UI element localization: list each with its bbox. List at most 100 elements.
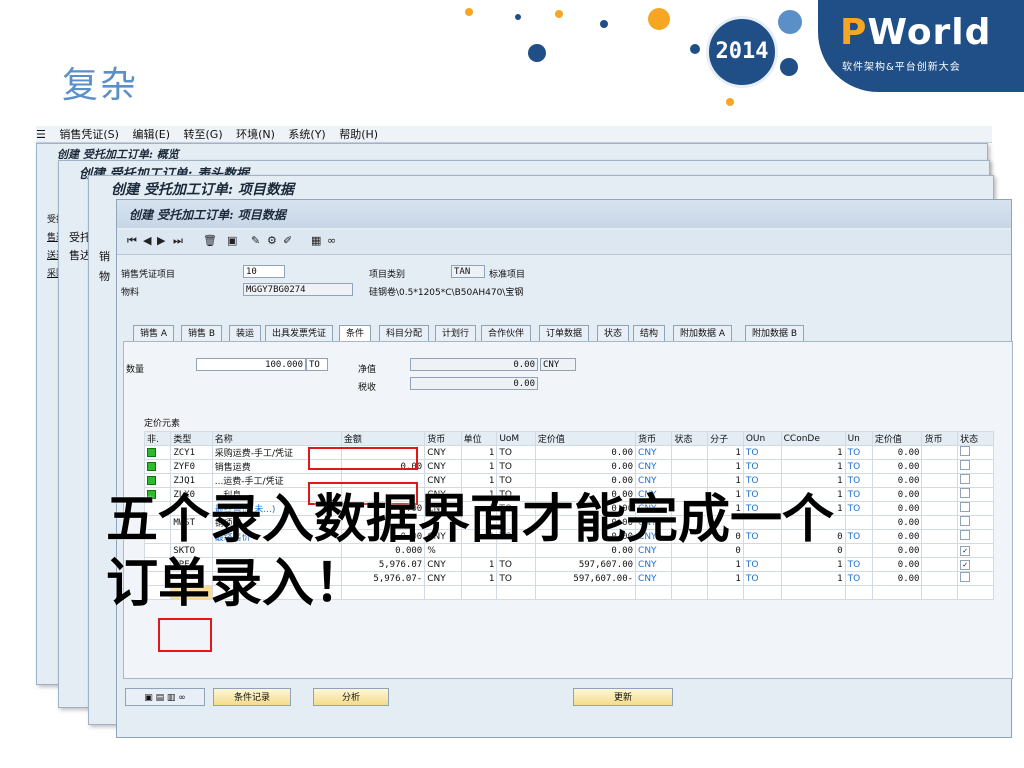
window-title: 创建 受托加工订单: 项目数据 [111,182,294,198]
caption-line: 订单录入！ [106,554,367,614]
tab-billing[interactable]: 出具发票凭证 [265,325,334,341]
column-header[interactable]: Un [844,431,873,446]
quantity-field[interactable]: 100.000 [196,358,306,371]
status-checkbox[interactable] [960,460,971,470]
item-category-field[interactable]: TAN [451,265,485,278]
cell-cond_value: 0.00 [534,445,637,460]
pworld-logo: PWorld [840,12,992,53]
item-field[interactable]: 10 [243,265,285,278]
menu-item-goto[interactable]: 转至(G) [184,128,223,141]
column-header[interactable]: UoM [496,431,536,446]
material-field[interactable]: MGGY7BG0274 [243,283,353,296]
update-button[interactable]: 更新 [573,688,673,706]
year-badge: 2014 [706,16,778,88]
tab-additional-a[interactable]: 附加数据 A [673,325,733,341]
window-item-data-front: 创建 受托加工订单: 项目数据 ⏮ ◀ ▶ ⏭ 🗑 ▣ ✎ ⚙ ✐ ▦ ∞ 销售… [116,199,1013,738]
menu-item-system[interactable]: 系统(Y) [288,128,325,141]
tab-sales-a[interactable]: 销售 A [133,325,175,341]
tab-status[interactable]: 状态 [597,325,630,341]
decor-dot [555,10,563,18]
tab-account-assignment[interactable]: 科目分配 [379,325,430,341]
table-row[interactable]: ZYF0 销售运费 0.00 CNY 1 TO 0.00 CNY 1 TO 1 TO 0.00 [143,459,994,474]
tab-sales-b[interactable]: 销售 B [181,325,223,341]
next-page-icon[interactable]: ▶ [157,234,165,247]
column-header[interactable]: 定价值 [871,431,923,446]
column-header[interactable]: OUn [742,431,782,446]
column-header[interactable]: 货币 [921,431,959,446]
decor-dot [465,8,473,16]
cell-type: ZYF0 [170,459,213,474]
status-indicator-cell [143,459,172,474]
column-header[interactable]: 非. [143,431,172,446]
glasses-icon[interactable]: ∞ [327,234,336,247]
tab-structure[interactable]: 结构 [633,325,666,341]
tax-label: 税收 [358,383,377,393]
group-icon[interactable]: ⚙ [267,234,277,247]
cell-cur: CNY [424,473,462,488]
table-row[interactable]: ZJQ1 ...运费-手工/凭证 CNY 1 TO 0.00 CNY 1 TO 1 TO 0.00 [143,473,994,488]
cell-un: TO [844,459,873,474]
status-checkbox[interactable] [960,446,971,456]
cell-num: 1 [707,459,744,474]
prev-page-icon[interactable]: ◀ [143,234,151,247]
first-page-icon[interactable]: ⏮ [127,234,137,248]
menu-item-edit[interactable]: 编辑(E) [132,128,170,141]
tab-additional-b[interactable]: 附加数据 B [745,325,805,341]
table-icon[interactable]: ▦ [311,234,321,247]
caption-line: 五个录入数据界面才能完成一个 [106,490,835,550]
tab-schedule-lines[interactable]: 计划行 [435,325,477,341]
cell-un: TO [844,445,873,460]
overlay-caption: 五个录入数据界面才能完成一个 订单录入！ [106,488,1006,616]
tab-partners[interactable]: 合作伙伴 [481,325,532,341]
menu-icon[interactable]: ☰ [36,128,46,141]
decor-dot [600,20,608,28]
column-header[interactable]: 状态 [957,431,994,446]
cell-cur: CNY [424,445,462,460]
column-header[interactable]: 类型 [170,431,213,446]
menu-item-environment[interactable]: 环境(N) [236,128,275,141]
column-header[interactable]: 货币 [424,431,462,446]
column-header[interactable]: 状态 [671,431,709,446]
tab-conditions[interactable]: 条件 [339,325,372,341]
status-checkbox-cell [957,473,994,488]
cell-num: 1 [707,473,744,488]
column-header[interactable]: 货币 [635,431,673,446]
cell-cur2: CNY [635,459,673,474]
cell-val2: 0.00 [871,445,923,460]
detail-icon[interactable]: ✐ [283,234,292,247]
config-icon[interactable]: ✎ [251,234,260,247]
cell-per: 1 [460,445,498,460]
cell-type: ZJQ1 [170,473,213,488]
cell-cur2: CNY [635,445,673,460]
column-header[interactable]: 分子 [707,431,744,446]
column-header[interactable]: CConDe [780,431,846,446]
quantity-unit-field[interactable]: TO [306,358,328,371]
column-header[interactable]: 金额 [340,431,426,446]
document-icon[interactable]: ▣ [227,234,237,247]
delete-icon[interactable]: 🗑 [203,234,217,247]
condition-record-button[interactable]: 条件记录 [213,688,291,706]
decor-dot [528,44,546,62]
last-page-icon[interactable]: ⏭ [173,234,183,248]
pricing-section-label: 定价元素 [144,419,181,429]
tab-order-data[interactable]: 订单数据 [539,325,590,341]
table-row[interactable]: ZCY1 采购运费-手工/凭证 CNY 1 TO 0.00 CNY 1 TO 1 TO 0.00 [143,445,994,460]
cell-ccon: 1 [780,445,846,460]
column-header[interactable]: 名称 [211,431,342,446]
toolbar: ⏮ ◀ ▶ ⏭ 🗑 ▣ ✎ ⚙ ✐ ▦ ∞ [117,230,1011,255]
cell-val2: 0.00 [871,473,923,488]
title-bar: 创建 受托加工订单: 项目数据 [117,200,1011,228]
label: 销 [99,250,110,263]
decor-dot [726,98,734,106]
tab-shipping[interactable]: 装运 [229,325,262,341]
analysis-button[interactable]: 分析 [313,688,389,706]
bottom-icons[interactable]: ▣ ▤ ▥ ∞ [125,688,205,706]
menu-item-help[interactable]: 帮助(H) [339,128,378,141]
column-header[interactable]: 单位 [460,431,498,446]
status-checkbox[interactable] [960,474,971,484]
menu-item-sales-doc[interactable]: 销售凭证(S) [59,128,119,141]
cell-uom: TO [496,473,536,488]
highlight-box [158,618,212,652]
cell-uom: TO [496,459,536,474]
column-header[interactable]: 定价值 [534,431,637,446]
